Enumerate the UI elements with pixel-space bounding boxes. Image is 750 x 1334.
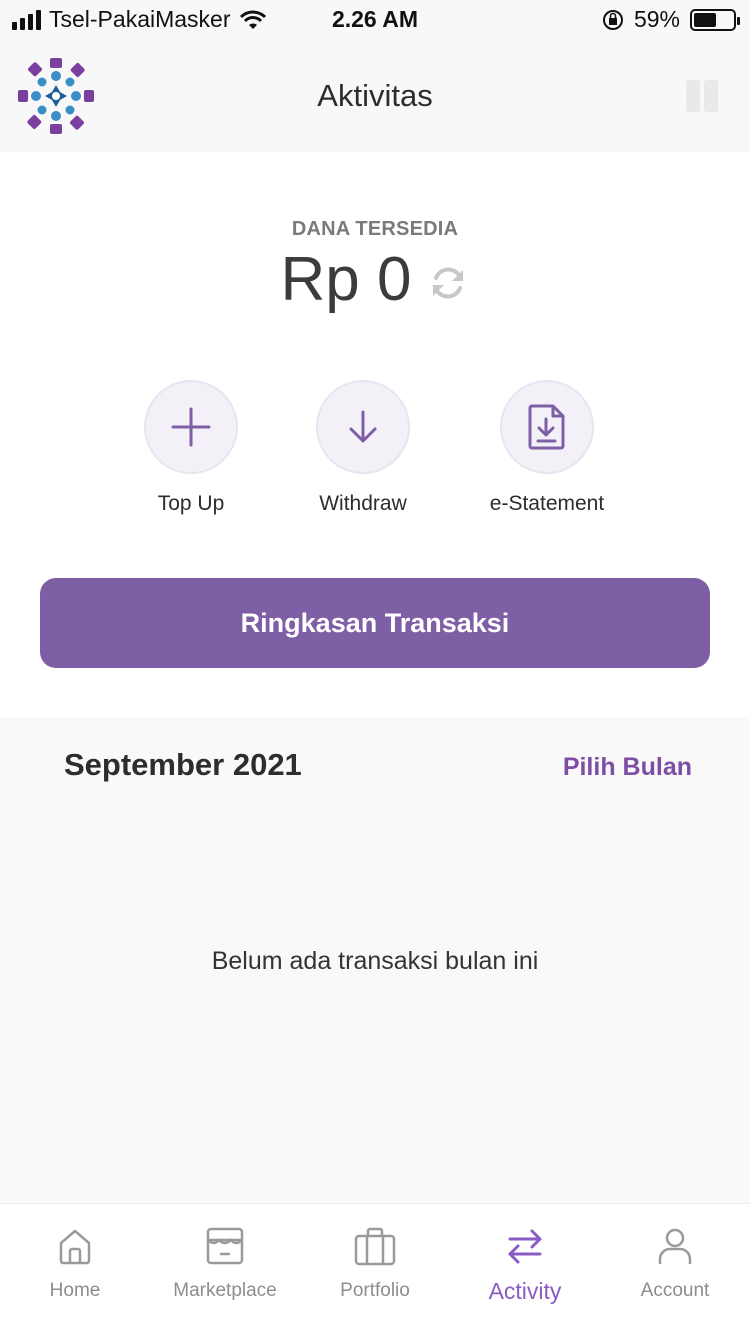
nav-item-activity[interactable]: Activity xyxy=(450,1204,600,1334)
nav-label-account: Account xyxy=(640,1280,710,1301)
empty-state-message: Belum ada transaksi bulan ini xyxy=(211,947,539,975)
swap-arrows-icon xyxy=(508,1229,542,1264)
nav-label-home: Home xyxy=(49,1280,101,1301)
transactions-section: September 2021 Pilih Bulan Belum ada tra… xyxy=(0,717,750,1203)
top-up-button[interactable]: Top Up xyxy=(91,380,291,516)
refresh-icon[interactable] xyxy=(427,262,469,304)
top-up-circle[interactable] xyxy=(144,380,238,474)
withdraw-button[interactable]: Withdraw xyxy=(263,380,463,516)
battery-icon xyxy=(690,8,740,31)
orientation-lock-icon xyxy=(602,9,623,30)
nav-label-activity: Activity xyxy=(488,1278,562,1304)
plus-icon xyxy=(171,407,211,447)
e-statement-circle[interactable] xyxy=(500,380,594,474)
nav-label-marketplace: Marketplace xyxy=(173,1280,277,1301)
nav-item-home[interactable]: Home xyxy=(0,1204,150,1334)
battery-percent: 59% xyxy=(633,6,680,32)
bottom-nav: Home Marketplace Portfolio Activity Acco… xyxy=(0,1203,750,1334)
marketplace-icon xyxy=(206,1227,244,1265)
balance-row: Rp 0 xyxy=(0,244,750,315)
app-header: Aktivitas xyxy=(0,40,750,152)
pick-month-link[interactable]: Pilih Bulan xyxy=(563,753,692,782)
nav-item-marketplace[interactable]: Marketplace xyxy=(150,1204,300,1334)
transaction-summary-button[interactable]: Ringkasan Transaksi xyxy=(40,578,710,668)
current-month: September 2021 xyxy=(64,747,302,782)
balance-label: DANA TERSEDIA xyxy=(291,218,459,240)
page-title: Aktivitas xyxy=(317,78,433,113)
header-action-icon[interactable] xyxy=(684,78,720,114)
nav-item-portfolio[interactable]: Portfolio xyxy=(300,1204,450,1334)
document-download-icon xyxy=(528,404,565,450)
balance-value: Rp 0 xyxy=(280,245,412,314)
nav-item-account[interactable]: Account xyxy=(600,1204,750,1334)
withdraw-label: Withdraw xyxy=(319,492,407,515)
top-up-label: Top Up xyxy=(157,492,225,515)
e-statement-label: e-Statement xyxy=(489,492,605,515)
briefcase-icon xyxy=(354,1227,396,1266)
withdraw-circle[interactable] xyxy=(316,380,410,474)
status-right: 59% xyxy=(602,6,740,33)
home-icon xyxy=(59,1229,91,1265)
user-icon xyxy=(658,1228,692,1264)
status-bar: Tsel-PakaiMasker 2.26 AM 59% xyxy=(0,0,750,40)
arrow-down-icon xyxy=(349,410,377,443)
nav-label-portfolio: Portfolio xyxy=(340,1280,410,1301)
e-statement-button[interactable]: e-Statement xyxy=(447,380,647,516)
